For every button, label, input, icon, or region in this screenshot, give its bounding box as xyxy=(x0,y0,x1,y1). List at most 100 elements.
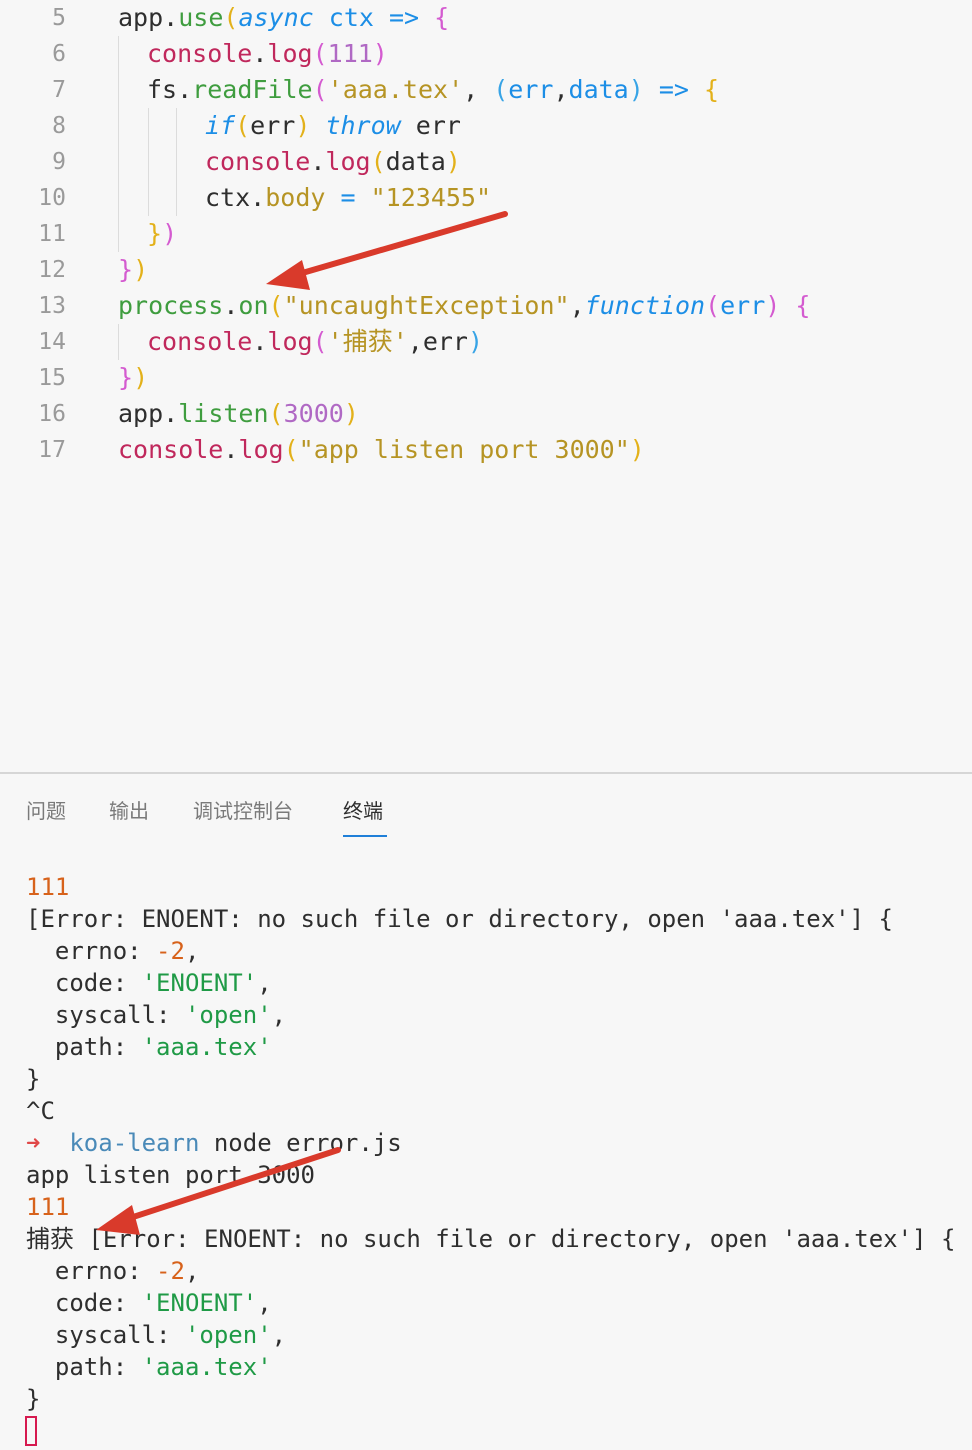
code-text: ctx.body = "123455" xyxy=(205,180,491,216)
terminal-line: syscall: 'open', xyxy=(26,1319,286,1351)
code-token: ( xyxy=(370,147,386,176)
terminal-text: 'ENOENT' xyxy=(141,969,258,997)
code-line[interactable]: 17 console.log("app listen port 3000") xyxy=(0,432,972,468)
code-token: "uncaughtException" xyxy=(283,291,570,320)
terminal-line: [Error: ENOENT: no such file or director… xyxy=(26,903,893,935)
code-token: . xyxy=(252,39,268,68)
terminal-text: code: xyxy=(26,1289,142,1317)
code-editor[interactable]: 5 app.use(async ctx => {6 console.log(111)… xyxy=(0,0,972,772)
code-token: 111 xyxy=(327,39,373,68)
code-token: ( xyxy=(312,39,328,68)
code-token: . xyxy=(163,399,179,428)
code-token: ) xyxy=(467,327,484,356)
code-token: . xyxy=(252,327,268,356)
terminal-text: , xyxy=(271,1001,287,1029)
code-token: ( xyxy=(223,3,239,32)
code-token: ( xyxy=(235,111,251,140)
code-token: ( xyxy=(283,435,299,464)
code-line[interactable]: 8 if(err) throw err xyxy=(0,108,972,144)
code-line[interactable]: 11}) xyxy=(0,216,972,252)
code-token: body xyxy=(265,183,326,212)
tab-terminal[interactable]: 终端 xyxy=(343,796,383,826)
line-number: 9 xyxy=(52,149,66,175)
code-token: { xyxy=(704,75,720,104)
code-line[interactable]: 15}) xyxy=(0,360,972,396)
code-token: log xyxy=(267,39,313,68)
terminal-text: syscall: xyxy=(26,1321,185,1349)
line-number: 7 xyxy=(52,77,66,103)
code-token: } xyxy=(118,255,134,284)
code-line[interactable]: 9 console.log(data) xyxy=(0,144,972,180)
code-token: = xyxy=(340,183,356,212)
terminal-text: path: xyxy=(26,1353,142,1381)
terminal-line: ➜ koa-learn node error.js xyxy=(26,1127,402,1159)
line-number: 14 xyxy=(38,329,66,355)
code-token: ) xyxy=(295,111,311,140)
code-token: { xyxy=(795,291,811,320)
code-text: app.listen(3000) xyxy=(118,396,359,432)
terminal-text: koa-learn xyxy=(69,1129,200,1157)
terminal-text: app listen port 3000 xyxy=(26,1161,315,1189)
code-token: err xyxy=(415,111,461,140)
code-text: console.log('捕获',err) xyxy=(147,324,483,360)
tab-problems[interactable]: 问题 xyxy=(26,796,66,826)
code-token: , xyxy=(463,75,494,104)
code-line[interactable]: 14 console.log('捕获',err) xyxy=(0,324,972,360)
code-token: ) xyxy=(445,147,461,176)
prompt-arrow-icon: ➜ xyxy=(26,1129,41,1157)
code-token: listen xyxy=(178,399,269,428)
code-token: on xyxy=(238,291,269,320)
code-token: => xyxy=(388,3,420,32)
terminal-line: code: 'ENOENT', xyxy=(26,1287,272,1319)
code-line[interactable]: 13 process.on("uncaughtException",functio… xyxy=(0,288,972,324)
code-text: if(err) throw err xyxy=(205,108,461,144)
code-token: app xyxy=(118,399,164,428)
tab-output[interactable]: 输出 xyxy=(109,796,149,826)
code-line[interactable]: 16 app.listen(3000) xyxy=(0,396,972,432)
code-token: console xyxy=(205,147,311,176)
code-token: throw xyxy=(325,111,401,140)
code-text: console.log(111) xyxy=(147,36,388,72)
terminal-text: -2 xyxy=(156,937,185,965)
code-text: }) xyxy=(118,360,148,396)
terminal-text: , xyxy=(257,969,272,997)
terminal-text: } xyxy=(26,1065,41,1093)
code-text: }) xyxy=(118,252,148,288)
code-token: } xyxy=(147,219,163,248)
code-line[interactable]: 12}) xyxy=(0,252,972,288)
terminal-text: 'open' xyxy=(184,1321,272,1349)
code-text: app.use(async ctx => { xyxy=(118,0,449,36)
terminal-line: syscall: 'open', xyxy=(26,999,286,1031)
active-tab-indicator xyxy=(343,835,387,837)
terminal-text: syscall: xyxy=(26,1001,185,1029)
code-line[interactable]: 10 ctx.body = "123455" xyxy=(0,180,972,216)
code-token: use xyxy=(178,3,224,32)
code-token: err xyxy=(422,327,468,356)
terminal-text: path: xyxy=(26,1033,142,1061)
code-token: ) xyxy=(343,399,359,428)
terminal-text: , xyxy=(257,1289,272,1317)
terminal-text: 111 xyxy=(26,873,70,901)
tab-debug-console[interactable]: 调试控制台 xyxy=(193,796,293,826)
line-number: 13 xyxy=(38,293,66,319)
terminal-text: code: xyxy=(26,969,142,997)
code-token: console xyxy=(118,435,224,464)
code-token: ( xyxy=(493,75,509,104)
terminal-line: 111 xyxy=(26,871,69,903)
code-line[interactable]: 5 app.use(async ctx => { xyxy=(0,0,972,36)
terminal-text: errno: xyxy=(26,1257,157,1285)
code-line[interactable]: 6 console.log(111) xyxy=(0,36,972,72)
code-token: console xyxy=(147,39,253,68)
code-token: "123455" xyxy=(370,183,492,212)
code-token: "app listen port 3000" xyxy=(298,435,630,464)
code-text: process.on("uncaughtException",function(… xyxy=(118,288,810,324)
line-number: 11 xyxy=(38,221,66,247)
code-token: ) xyxy=(133,255,149,284)
code-line[interactable]: 7 fs.readFile('aaa.tex', (err,data) => { xyxy=(0,72,972,108)
